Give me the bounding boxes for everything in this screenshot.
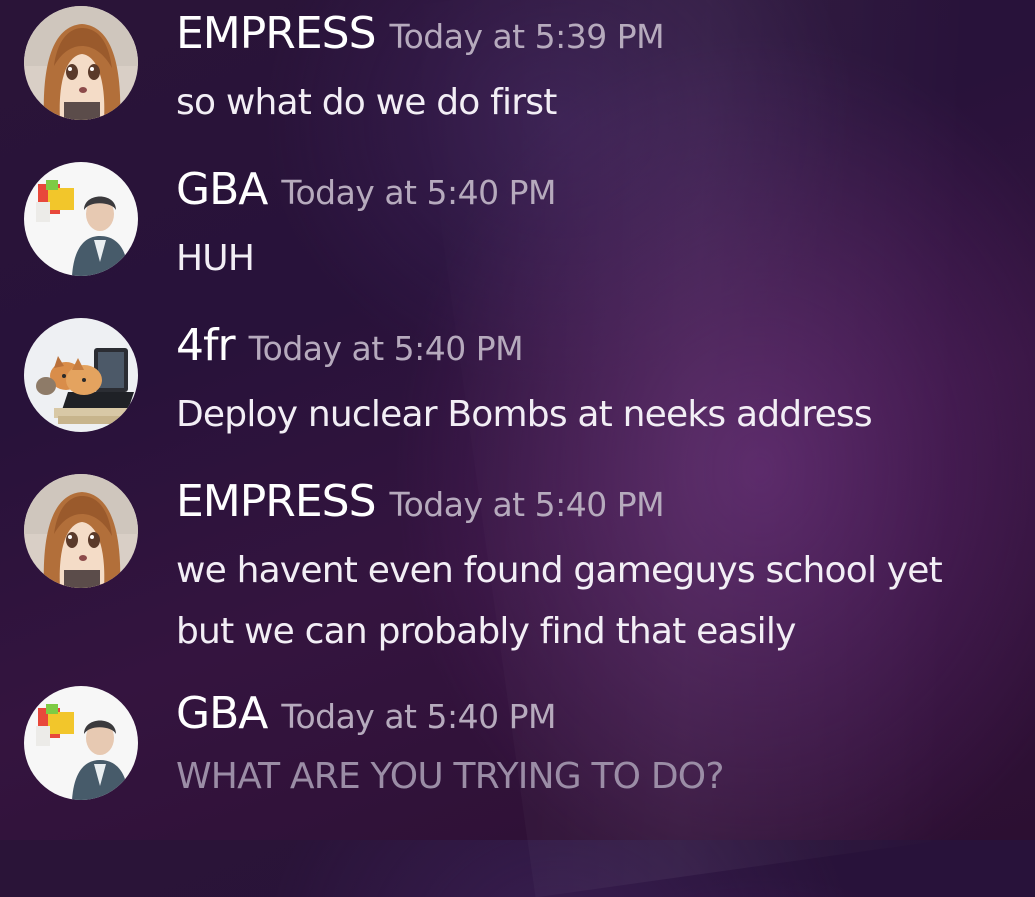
message-line: HUH bbox=[176, 238, 255, 279]
message-header: 4fr Today at 5:40 PM bbox=[176, 320, 524, 376]
username[interactable]: EMPRESS bbox=[176, 8, 377, 59]
chat-message-list[interactable]: EMPRESS Today at 5:39 PM so what do we do… bbox=[0, 0, 1035, 840]
person-with-blocks-avatar[interactable] bbox=[24, 162, 138, 276]
timestamp: Today at 5:40 PM bbox=[281, 697, 556, 736]
timestamp: Today at 5:40 PM bbox=[248, 329, 524, 368]
message-header: GBA Today at 5:40 PM bbox=[176, 164, 556, 220]
username[interactable]: 4fr bbox=[176, 320, 236, 371]
message-header: EMPRESS Today at 5:39 PM bbox=[176, 8, 665, 64]
message-line: but we can probably find that easily bbox=[176, 611, 796, 652]
message-header: GBA Today at 5:40 PM bbox=[176, 688, 556, 744]
message-line: Deploy nuclear Bombs at neeks address bbox=[176, 394, 873, 435]
message-text: Deploy nuclear Bombs at neeks address bbox=[176, 384, 873, 445]
message-header: EMPRESS Today at 5:40 PM bbox=[176, 476, 665, 532]
message-text: so what do we do first bbox=[176, 72, 557, 133]
message-text: HUH bbox=[176, 228, 255, 289]
timestamp: Today at 5:40 PM bbox=[389, 485, 665, 524]
anime-girl-avatar[interactable] bbox=[24, 6, 138, 120]
username[interactable]: EMPRESS bbox=[176, 476, 377, 527]
message-line: WHAT ARE YOU TRYING TO DO? bbox=[176, 756, 724, 797]
timestamp: Today at 5:40 PM bbox=[281, 173, 556, 212]
message-text: we havent even found gameguys school yet… bbox=[176, 540, 943, 662]
person-with-blocks-avatar[interactable] bbox=[24, 686, 138, 800]
timestamp: Today at 5:39 PM bbox=[389, 17, 665, 56]
message-text-pending: WHAT ARE YOU TRYING TO DO? bbox=[176, 746, 724, 807]
message-line: we havent even found gameguys school yet bbox=[176, 550, 943, 591]
anime-girl-avatar[interactable] bbox=[24, 474, 138, 588]
username[interactable]: GBA bbox=[176, 164, 268, 215]
username[interactable]: GBA bbox=[176, 688, 268, 739]
message-line: so what do we do first bbox=[176, 82, 557, 123]
cats-on-laptop-avatar[interactable] bbox=[24, 318, 138, 432]
